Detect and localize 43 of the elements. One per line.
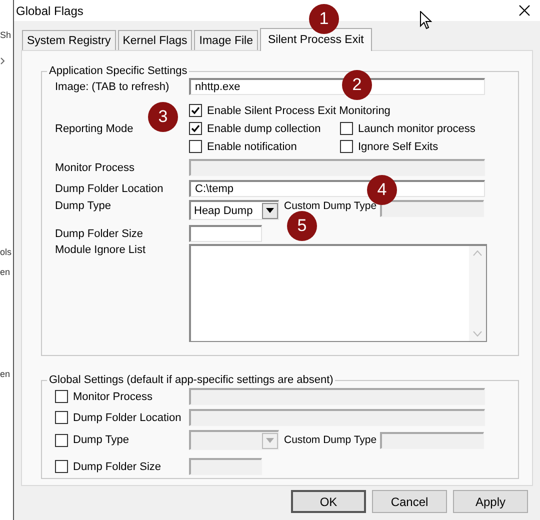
checkbox-label: Ignore Self Exits — [358, 140, 438, 152]
window-title: Global Flags — [16, 4, 84, 18]
dump-type-dropdown[interactable]: Heap Dump — [189, 200, 279, 220]
checkbox-label: Dump Folder Location — [73, 412, 182, 424]
dropdown-arrow-icon — [266, 438, 274, 443]
tab[interactable]: Image File — [194, 30, 258, 50]
checkbox-label: Launch monitor process — [358, 122, 476, 134]
background-text: en — [0, 267, 10, 277]
field-label: Module Ignore List — [55, 244, 146, 256]
group-title: Application Specific Settings — [49, 65, 188, 77]
field-label: Dump Folder Location — [55, 182, 164, 194]
field-label: Dump Folder Size — [55, 228, 144, 240]
background-text: ols — [0, 247, 12, 257]
tab[interactable]: Kernel Flags — [118, 30, 192, 50]
field-label: Dump Type — [55, 200, 112, 212]
close-icon[interactable] — [519, 5, 530, 16]
checkbox[interactable] — [340, 122, 353, 135]
custom-dump-type-field[interactable] — [380, 432, 484, 448]
tab[interactable]: Silent Process Exit — [260, 28, 372, 51]
checkbox-label: Enable Silent Process Exit Monitoring — [207, 104, 390, 116]
background-text: en — [0, 369, 10, 379]
checkbox-label: Enable dump collection — [207, 122, 321, 134]
chevron-icon — [0, 56, 6, 64]
dialog-button[interactable]: Cancel — [372, 490, 447, 513]
checkbox-label: Dump Type — [73, 434, 130, 446]
dropdown-arrow-icon — [266, 208, 274, 213]
checkbox[interactable] — [340, 140, 353, 153]
dialog-button[interactable]: Apply — [453, 490, 528, 513]
field-label: Monitor Process — [55, 162, 136, 174]
checkbox-label: Enable notification — [207, 140, 297, 152]
tab[interactable]: System Registry — [22, 30, 116, 50]
ok-button[interactable]: OK — [291, 490, 366, 513]
checkbox[interactable] — [189, 140, 202, 153]
checkbox-label: Dump Folder Size — [73, 460, 162, 472]
group-title: Global Settings (default if app-specific settings are absent) — [49, 374, 334, 386]
field-label: Image: (TAB to refresh) — [55, 80, 170, 92]
checkbox[interactable] — [189, 104, 202, 117]
background-text: Sh — [0, 30, 12, 40]
dump-folder-size-field[interactable] — [189, 225, 262, 242]
checkbox-label: Monitor Process — [73, 390, 152, 402]
field-label: Custom Dump Type — [284, 434, 378, 446]
checkbox[interactable] — [189, 122, 202, 135]
field-label: Reporting Mode — [55, 123, 134, 135]
